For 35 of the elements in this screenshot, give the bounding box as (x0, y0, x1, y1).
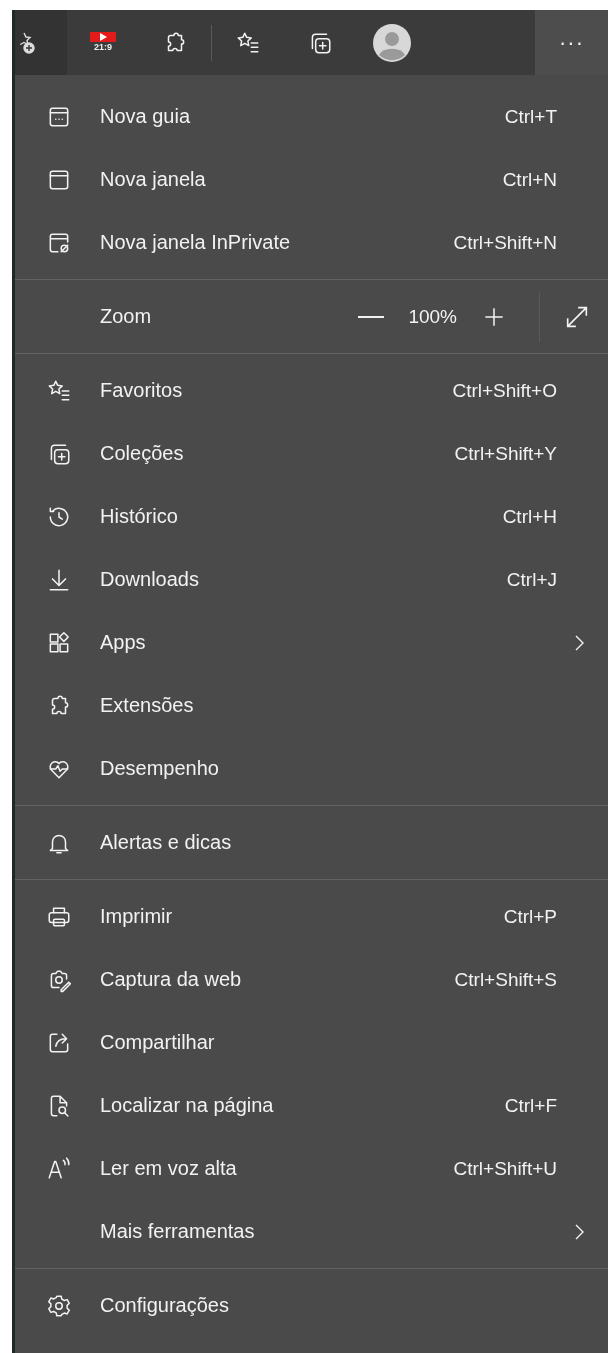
menu-item[interactable]: Captura da web Ctrl+Shift+S (15, 948, 608, 1011)
shortcut-text: Ctrl+Shift+Y (454, 442, 557, 465)
shortcut-text: Ctrl+H (502, 505, 557, 528)
avatar-icon[interactable] (373, 23, 411, 62)
menu-item-label: Zoom (100, 305, 152, 328)
menu-item[interactable]: Favoritos Ctrl+Shift+O (15, 359, 608, 422)
menu-item[interactable]: Localizar na página Ctrl+F (15, 1074, 608, 1137)
menu-item[interactable]: Alertas e dicas (15, 811, 608, 874)
menu-item[interactable]: Nova janela Ctrl+N (15, 148, 608, 211)
menu-item[interactable]: Nova janela InPrivate Ctrl+Shift+N (15, 211, 608, 274)
shortcut-text: Ctrl+N (502, 168, 557, 191)
menu-item[interactable]: Ler em voz alta Ctrl+Shift+U (15, 1137, 608, 1200)
menu-item[interactable]: Apps (15, 611, 608, 674)
menu-item[interactable]: Compartilhar (15, 1011, 608, 1074)
menu-item[interactable]: Histórico Ctrl+H (15, 485, 608, 548)
menu-item[interactable]: Desempenho (15, 737, 608, 800)
shortcut-text: Ctrl+F (504, 1094, 557, 1117)
menu-item[interactable]: Mais ferramentas (15, 1200, 608, 1263)
zoom-value: 100% (408, 305, 457, 328)
more-button[interactable]: ··· (535, 10, 608, 75)
shortcut-text: Ctrl+T (504, 105, 557, 128)
menu-item[interactable]: Imprimir Ctrl+P (15, 885, 608, 948)
menu-item[interactable]: Configurações (15, 1274, 608, 1337)
menu-item[interactable]: Downloads Ctrl+J (15, 548, 608, 611)
menu-item[interactable]: Extensões (15, 674, 608, 737)
shortcut-text: Ctrl+P (503, 905, 557, 928)
shortcut-text: Ctrl+Shift+S (454, 968, 557, 991)
shortcut-text: Ctrl+J (506, 568, 557, 591)
shortcut-text: Ctrl+Shift+N (453, 231, 557, 254)
minus-icon (358, 315, 385, 318)
shortcut-text: Ctrl+Shift+U (453, 1157, 557, 1180)
settings-icon (46, 1292, 72, 1319)
shortcut-text: Ctrl+Shift+O (452, 379, 557, 402)
menu-item[interactable]: Nova guia Ctrl+T (15, 85, 608, 148)
menu-item[interactable]: Coleções Ctrl+Shift+Y (15, 422, 608, 485)
